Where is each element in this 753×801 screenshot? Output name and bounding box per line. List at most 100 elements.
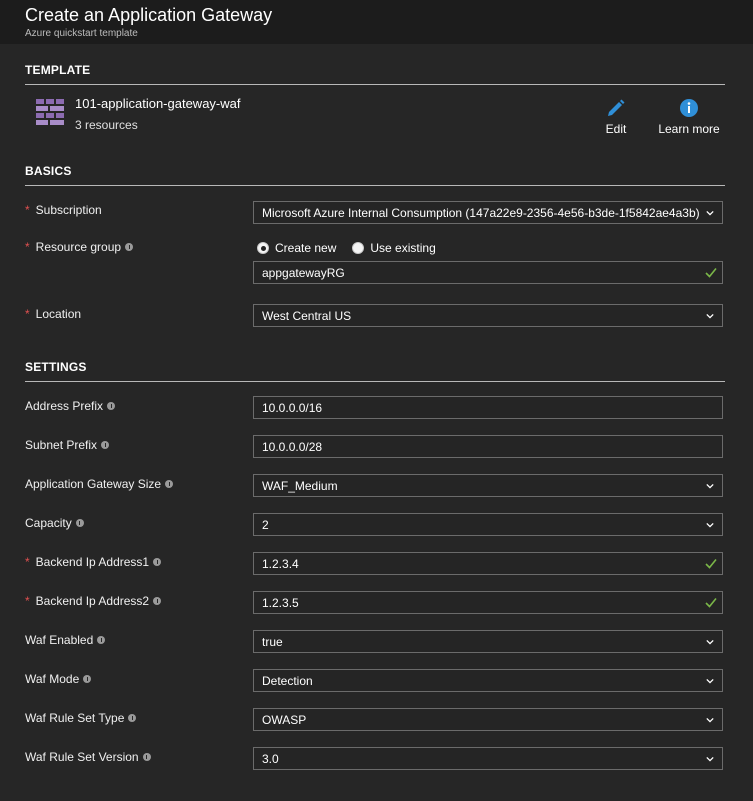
subscription-value: Microsoft Azure Internal Consumption (14… xyxy=(262,206,700,220)
backend-ip2-label-text: Backend Ip Address2 xyxy=(35,594,150,608)
blade-subtitle: Azure quickstart template xyxy=(25,28,138,39)
template-resource-count: 3 resources xyxy=(75,118,138,132)
info-icon[interactable] xyxy=(97,636,106,644)
use-existing-radio[interactable]: Use existing xyxy=(352,241,436,255)
address-prefix-value: 10.0.0.0/16 xyxy=(262,401,323,415)
capacity-dropdown[interactable]: 2 xyxy=(253,513,723,536)
checkmark-icon xyxy=(705,597,717,608)
edit-template-button[interactable]: Edit xyxy=(603,98,629,136)
info-icon[interactable] xyxy=(165,480,174,488)
pencil-icon xyxy=(608,99,625,116)
blade-title: Create an Application Gateway xyxy=(25,5,273,25)
section-heading-settings: SETTINGS xyxy=(25,360,725,382)
address-prefix-input[interactable]: 10.0.0.0/16 xyxy=(253,396,723,419)
radio-unselected-icon xyxy=(352,242,365,254)
chevron-down-icon xyxy=(706,210,714,216)
waf-enabled-label: Waf Enabled xyxy=(25,633,106,647)
info-icon[interactable] xyxy=(153,558,162,566)
template-name: 101-application-gateway-waf xyxy=(75,96,241,111)
location-dropdown[interactable]: West Central US xyxy=(253,304,723,327)
create-new-label: Create new xyxy=(275,241,337,255)
address-prefix-label: Address Prefix xyxy=(25,399,116,413)
resource-group-label-text: Resource group xyxy=(35,240,122,254)
learn-more-link[interactable]: Learn more xyxy=(657,98,721,136)
required-marker: * xyxy=(25,203,30,217)
blade-header: Create an Application Gateway Azure quic… xyxy=(0,0,753,44)
location-label: * Location xyxy=(25,307,81,321)
required-marker: * xyxy=(25,307,30,321)
checkmark-icon xyxy=(705,558,717,569)
required-marker: * xyxy=(25,240,30,254)
learn-more-label: Learn more xyxy=(658,122,720,136)
subnet-prefix-label: Subnet Prefix xyxy=(25,438,110,452)
subscription-label: * Subscription xyxy=(25,203,102,217)
backend-ip1-value: 1.2.3.4 xyxy=(262,557,299,571)
chevron-down-icon xyxy=(706,483,714,489)
backend-ip2-input[interactable]: 1.2.3.5 xyxy=(253,591,723,614)
waf-rule-set-version-dropdown[interactable]: 3.0 xyxy=(253,747,723,770)
info-icon[interactable] xyxy=(75,519,84,527)
chevron-down-icon xyxy=(706,717,714,723)
gateway-size-value: WAF_Medium xyxy=(262,479,338,493)
waf-rule-set-version-label-text: Waf Rule Set Version xyxy=(25,750,139,764)
location-label-text: Location xyxy=(35,307,82,321)
waf-rule-set-version-label: Waf Rule Set Version xyxy=(25,750,151,764)
subnet-prefix-value: 10.0.0.0/28 xyxy=(262,440,323,454)
waf-rule-set-type-dropdown[interactable]: OWASP xyxy=(253,708,723,731)
backend-ip1-input[interactable]: 1.2.3.4 xyxy=(253,552,723,575)
backend-ip2-label: * Backend Ip Address2 xyxy=(25,594,162,608)
resource-group-input[interactable]: appgatewayRG xyxy=(253,261,723,284)
waf-rule-set-type-label: Waf Rule Set Type xyxy=(25,711,137,725)
info-icon[interactable] xyxy=(128,714,137,722)
gateway-size-label-text: Application Gateway Size xyxy=(25,477,162,491)
template-grid-icon xyxy=(36,99,64,125)
capacity-value: 2 xyxy=(262,518,269,532)
radio-selected-icon xyxy=(257,242,269,254)
backend-ip2-value: 1.2.3.5 xyxy=(262,596,299,610)
required-marker: * xyxy=(25,555,30,569)
capacity-label-text: Capacity xyxy=(25,516,72,530)
waf-rule-set-version-value: 3.0 xyxy=(262,752,279,766)
gateway-size-dropdown[interactable]: WAF_Medium xyxy=(253,474,723,497)
chevron-down-icon xyxy=(706,522,714,528)
waf-mode-label: Waf Mode xyxy=(25,672,92,686)
waf-mode-label-text: Waf Mode xyxy=(25,672,80,686)
chevron-down-icon xyxy=(706,313,714,319)
required-marker: * xyxy=(25,594,30,608)
info-icon[interactable] xyxy=(107,402,116,410)
subnet-prefix-input[interactable]: 10.0.0.0/28 xyxy=(253,435,723,458)
backend-ip1-label-text: Backend Ip Address1 xyxy=(35,555,150,569)
waf-enabled-dropdown[interactable]: true xyxy=(253,630,723,653)
info-icon[interactable] xyxy=(101,441,110,449)
chevron-down-icon xyxy=(706,756,714,762)
info-circle-icon xyxy=(680,99,698,117)
section-heading-template: TEMPLATE xyxy=(25,63,725,85)
waf-enabled-label-text: Waf Enabled xyxy=(25,633,94,647)
gateway-size-label: Application Gateway Size xyxy=(25,477,174,491)
info-icon[interactable] xyxy=(83,675,92,683)
create-new-radio[interactable]: Create new xyxy=(257,241,336,255)
chevron-down-icon xyxy=(706,639,714,645)
resource-group-value: appgatewayRG xyxy=(262,266,345,280)
waf-mode-value: Detection xyxy=(262,674,313,688)
chevron-down-icon xyxy=(706,678,714,684)
address-prefix-label-text: Address Prefix xyxy=(25,399,104,413)
subscription-label-text: Subscription xyxy=(35,203,102,217)
waf-rule-set-type-value: OWASP xyxy=(262,713,307,727)
capacity-label: Capacity xyxy=(25,516,84,530)
waf-mode-dropdown[interactable]: Detection xyxy=(253,669,723,692)
info-icon[interactable] xyxy=(125,243,134,251)
info-icon[interactable] xyxy=(142,753,151,761)
checkmark-icon xyxy=(705,267,717,278)
info-icon[interactable] xyxy=(153,597,162,605)
location-value: West Central US xyxy=(262,309,352,323)
edit-label: Edit xyxy=(605,122,627,136)
subnet-prefix-label-text: Subnet Prefix xyxy=(25,438,98,452)
subscription-dropdown[interactable]: Microsoft Azure Internal Consumption (14… xyxy=(253,201,723,224)
use-existing-label: Use existing xyxy=(370,241,436,255)
section-heading-basics: BASICS xyxy=(25,164,725,186)
waf-enabled-value: true xyxy=(262,635,283,649)
waf-rule-set-type-label-text: Waf Rule Set Type xyxy=(25,711,125,725)
resource-group-label: * Resource group xyxy=(25,240,134,254)
backend-ip1-label: * Backend Ip Address1 xyxy=(25,555,162,569)
